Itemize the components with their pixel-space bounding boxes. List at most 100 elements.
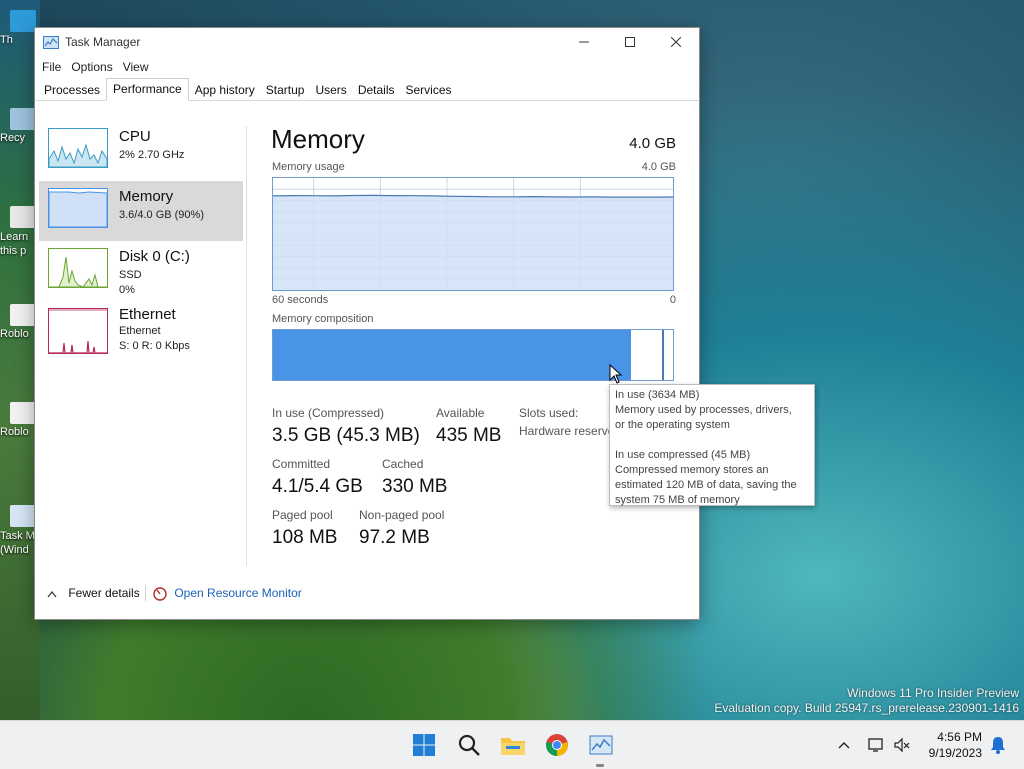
sidebar-item-memory[interactable]: Memory 3.6/4.0 GB (90%) xyxy=(39,181,243,241)
sidebar-disk-name: Disk 0 (C:) xyxy=(119,248,190,265)
notifications-button[interactable] xyxy=(986,733,1010,757)
build-watermark: Windows 11 Pro Insider Preview Evaluatio… xyxy=(714,686,1019,715)
fewer-details-button[interactable]: Fewer details xyxy=(47,586,140,600)
sidebar-memory-name: Memory xyxy=(119,188,174,205)
performance-sidebar: CPU 2% 2.70 GHz Memory 3.6/4.0 GB (90%) … xyxy=(39,121,243,371)
sidebar-ethernet-adapter: Ethernet xyxy=(119,325,161,337)
sidebar-item-cpu[interactable]: CPU 2% 2.70 GHz xyxy=(39,121,243,181)
sidebar-disk-type: SSD xyxy=(119,269,142,281)
tab-performance[interactable]: Performance xyxy=(106,78,189,101)
maximize-icon xyxy=(625,37,635,47)
composition-modified-segment[interactable] xyxy=(631,330,663,380)
sidebar-memory-detail: 3.6/4.0 GB (90%) xyxy=(119,209,204,221)
menu-options[interactable]: Options xyxy=(66,60,117,74)
sidebar-item-ethernet[interactable]: Ethernet Ethernet S: 0 R: 0 Kbps xyxy=(39,301,243,371)
chrome-button[interactable] xyxy=(543,731,571,759)
sidebar-divider xyxy=(246,126,247,566)
memory-usage-max: 4.0 GB xyxy=(641,161,676,173)
ethernet-thumbnail-graph xyxy=(48,308,108,354)
non-paged-pool-label: Non-paged pool xyxy=(359,508,445,522)
composition-in-use-segment[interactable] xyxy=(273,330,631,380)
page-title: Memory xyxy=(271,124,365,154)
roblox-icon xyxy=(10,304,36,326)
tab-bar: Processes Performance App history Startu… xyxy=(35,78,699,101)
network-tray-button[interactable] xyxy=(864,733,888,757)
task-manager-window: Task Manager File Options View Processes… xyxy=(34,27,700,620)
tab-processes[interactable]: Processes xyxy=(39,80,105,100)
menu-file[interactable]: File xyxy=(37,60,66,74)
active-app-indicator xyxy=(596,764,604,767)
memory-composition-tooltip: In use (3634 MB) Memory used by processe… xyxy=(609,384,815,506)
title-bar[interactable]: Task Manager xyxy=(35,28,699,56)
task-manager-taskbar-button[interactable] xyxy=(587,731,615,759)
show-hidden-icons-button[interactable] xyxy=(832,733,856,757)
start-button[interactable] xyxy=(410,731,438,759)
volume-muted-icon xyxy=(894,737,910,753)
chevron-up-icon xyxy=(838,742,850,749)
graph-time-end: 0 xyxy=(669,294,676,306)
memory-total: 4.0 GB xyxy=(629,135,676,152)
available-value: 435 MB xyxy=(436,425,502,446)
menu-view[interactable]: View xyxy=(118,60,154,74)
sidebar-disk-usage: 0% xyxy=(119,284,135,296)
roblox-studio-icon xyxy=(10,402,36,424)
memory-composition-label: Memory composition xyxy=(272,313,374,325)
minimize-button[interactable] xyxy=(561,28,607,56)
hardware-reserved-label: Hardware reserve xyxy=(519,424,615,438)
task-manager-icon xyxy=(43,35,59,49)
clock-date: 9/19/2023 xyxy=(928,746,982,760)
window-title: Task Manager xyxy=(65,35,141,49)
search-button[interactable] xyxy=(455,731,483,759)
sidebar-ethernet-name: Ethernet xyxy=(119,306,176,323)
disk-thumbnail-graph xyxy=(48,248,108,288)
memory-usage-label: Memory usage xyxy=(272,161,345,173)
open-resource-monitor-link[interactable]: Open Resource Monitor xyxy=(153,586,302,601)
close-icon xyxy=(671,37,681,47)
taskbar: 4:56 PM 9/19/2023 xyxy=(0,720,1024,769)
in-use-value: 3.5 GB (45.3 MB) xyxy=(272,425,420,446)
bell-icon xyxy=(991,737,1005,754)
volume-tray-button[interactable] xyxy=(890,733,914,757)
tab-details[interactable]: Details xyxy=(353,80,400,100)
windows-logo-icon xyxy=(413,734,435,756)
sidebar-item-disk[interactable]: Disk 0 (C:) SSD 0% xyxy=(39,241,243,301)
close-button[interactable] xyxy=(653,28,699,56)
available-label: Available xyxy=(436,406,485,420)
clock-time: 4:56 PM xyxy=(937,730,982,744)
sidebar-ethernet-throughput: S: 0 R: 0 Kbps xyxy=(119,340,190,352)
non-paged-pool-value: 97.2 MB xyxy=(359,527,430,548)
minimize-icon xyxy=(579,41,589,43)
paged-pool-value: 108 MB xyxy=(272,527,338,548)
search-icon xyxy=(458,734,480,756)
paged-pool-label: Paged pool xyxy=(272,508,333,522)
cpu-thumbnail-graph xyxy=(48,128,108,168)
monitor-icon xyxy=(10,10,36,32)
tab-services[interactable]: Services xyxy=(401,80,457,100)
mouse-cursor-icon xyxy=(609,364,623,384)
memory-thumbnail-graph xyxy=(48,188,108,228)
tab-startup[interactable]: Startup xyxy=(261,80,310,100)
picture-icon xyxy=(10,206,36,228)
chevron-up-icon xyxy=(47,590,57,598)
folder-icon xyxy=(501,738,525,755)
committed-label: Committed xyxy=(272,457,331,471)
cached-value: 330 MB xyxy=(382,476,448,497)
tab-app-history[interactable]: App history xyxy=(190,80,260,100)
task-manager-icon xyxy=(10,505,36,527)
memory-usage-area xyxy=(273,195,673,290)
window-footer: Fewer details Open Resource Monitor xyxy=(35,577,699,615)
recycle-bin-icon xyxy=(10,108,36,130)
network-icon xyxy=(868,738,883,752)
sidebar-cpu-name: CPU xyxy=(119,128,151,145)
menu-bar: File Options View xyxy=(35,56,699,78)
maximize-button[interactable] xyxy=(607,28,653,56)
composition-standby-segment[interactable] xyxy=(663,330,673,380)
footer-divider xyxy=(145,585,146,601)
slots-used-label: Slots used: xyxy=(519,406,579,420)
tab-users[interactable]: Users xyxy=(310,80,351,100)
graph-time-span: 60 seconds xyxy=(272,294,329,306)
file-explorer-button[interactable] xyxy=(499,731,527,759)
memory-usage-graph xyxy=(272,177,674,291)
in-use-label: In use (Compressed) xyxy=(272,406,385,420)
system-clock[interactable]: 4:56 PM 9/19/2023 xyxy=(929,729,982,761)
